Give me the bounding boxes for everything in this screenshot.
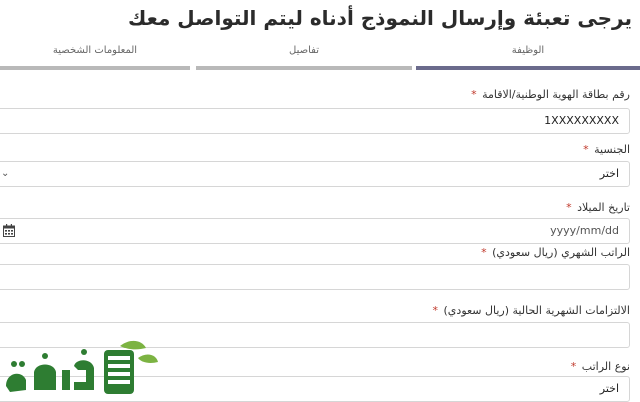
tab-details[interactable]: تفاصيل xyxy=(196,44,412,70)
id-number-label-text: رقم بطاقة الهوية الوطنية/الاقامة xyxy=(482,88,630,101)
tab-personal-info[interactable]: المعلومات الشخصية xyxy=(0,44,190,70)
id-number-value: 1XXXXXXXXX xyxy=(544,114,619,127)
tab-personal-info-label: المعلومات الشخصية xyxy=(52,45,138,56)
tab-job-indicator xyxy=(416,66,640,70)
required-marker: * xyxy=(471,88,477,101)
nationality-select[interactable]: اختر ⌄ xyxy=(0,161,630,187)
required-marker: * xyxy=(432,304,439,317)
tab-details-indicator xyxy=(196,66,412,70)
monthly-obligations-label-text: الالتزامات الشهرية الحالية (ريال سعودي) xyxy=(443,304,630,317)
monthly-salary-label: الراتب الشهري (ريال سعودي) * xyxy=(481,246,630,259)
nationality-selected-value: اختر xyxy=(599,167,619,180)
monthly-salary-input[interactable] xyxy=(0,264,630,290)
nationality-label-text: الجنسية xyxy=(594,143,630,156)
birth-date-placeholder: yyyy/mm/dd xyxy=(550,224,619,237)
watermark-logo xyxy=(6,340,158,394)
required-marker: * xyxy=(566,201,572,214)
id-number-label: رقم بطاقة الهوية الوطنية/الاقامة * xyxy=(471,88,630,101)
birth-date-label: تاريخ الميلاد * xyxy=(566,201,630,214)
tab-personal-info-indicator xyxy=(0,66,190,70)
page-title: يرجى تعبئة وإرسال النموذج أدناه ليتم الت… xyxy=(128,6,632,30)
required-marker: * xyxy=(481,246,487,259)
chevron-down-icon: ⌄ xyxy=(1,168,10,179)
calendar-icon[interactable] xyxy=(3,224,15,237)
salary-type-label-text: نوع الراتب xyxy=(581,360,630,373)
salary-type-label: نوع الراتب * xyxy=(571,360,630,373)
monthly-salary-label-text: الراتب الشهري (ريال سعودي) xyxy=(492,246,630,259)
nationality-label: الجنسية * xyxy=(583,143,630,156)
required-marker: * xyxy=(570,360,577,373)
required-marker: * xyxy=(583,143,589,156)
tab-details-label: تفاصيل xyxy=(289,45,319,56)
tab-job[interactable]: الوظيفة xyxy=(416,44,640,70)
id-number-input[interactable]: 1XXXXXXXXX xyxy=(0,108,630,134)
salary-type-selected-value: اختر xyxy=(599,382,619,395)
form-steps-tabs: الوظيفة تفاصيل المعلومات الشخصية xyxy=(0,44,640,70)
monthly-obligations-label: الالتزامات الشهرية الحالية (ريال سعودي) … xyxy=(433,304,630,317)
birth-date-label-text: تاريخ الميلاد xyxy=(577,201,630,214)
birth-date-input[interactable]: yyyy/mm/dd xyxy=(0,218,630,244)
tab-job-label: الوظيفة xyxy=(511,45,545,56)
